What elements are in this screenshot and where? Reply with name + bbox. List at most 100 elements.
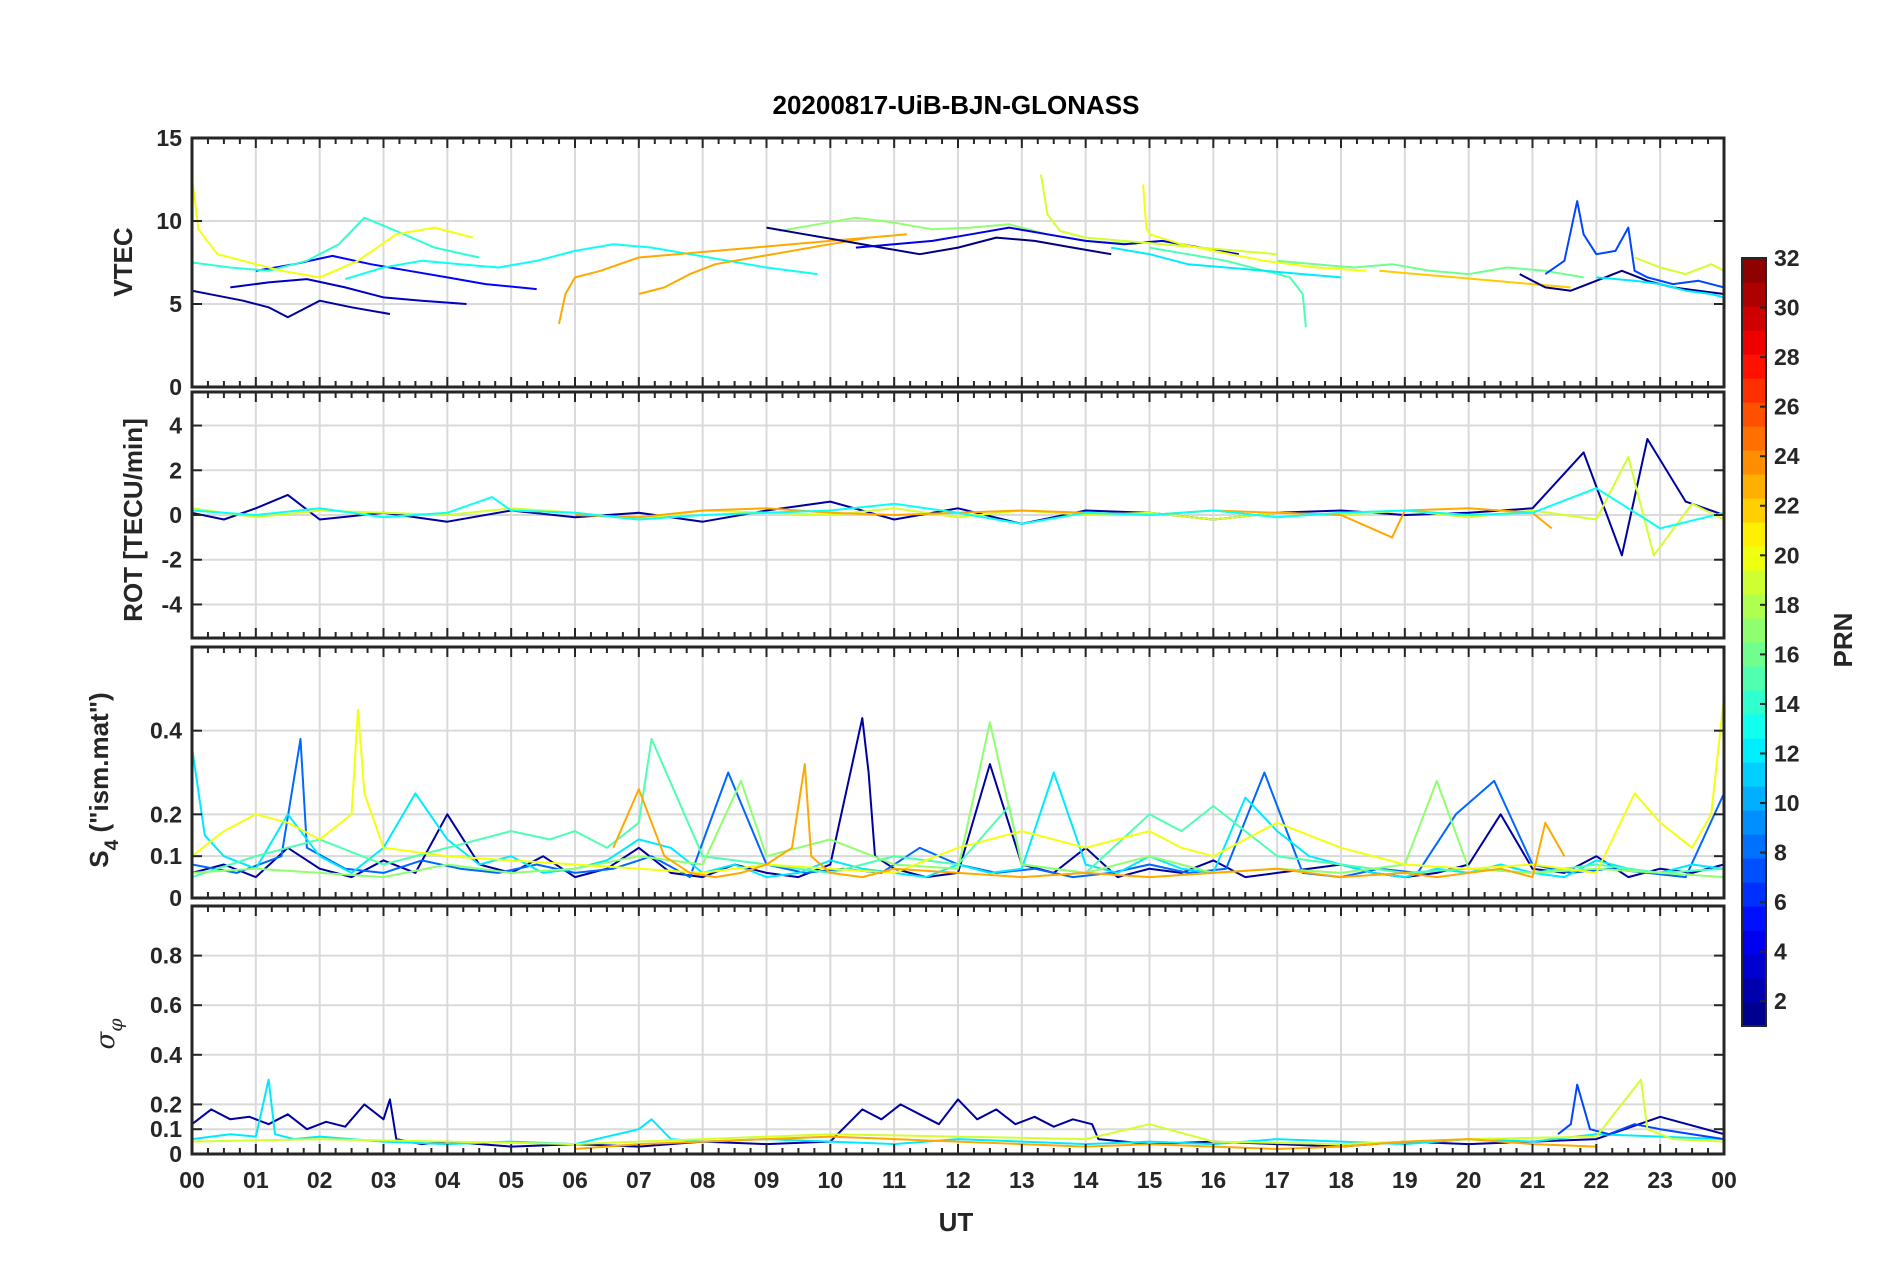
colorbar-swatch xyxy=(1742,594,1766,619)
xtick-label: 12 xyxy=(945,1167,971,1193)
xtick-label: 19 xyxy=(1392,1167,1418,1193)
vtec-ylabel: VTEC xyxy=(108,227,138,297)
xtick-label: 10 xyxy=(818,1167,844,1193)
colorbar-swatch xyxy=(1742,618,1766,643)
rot-ytick-label: 4 xyxy=(169,413,182,439)
colorbar-tick-label: 16 xyxy=(1774,641,1800,667)
sigma-ylabel-sub: φ xyxy=(105,1018,127,1032)
xtick-label: 23 xyxy=(1647,1167,1673,1193)
xtick-label: 02 xyxy=(307,1167,333,1193)
s4-ylabel-main: S xyxy=(84,850,114,867)
rot-ytick-label: -2 xyxy=(162,547,182,573)
xtick-label: 14 xyxy=(1073,1167,1099,1193)
colorbar-swatch xyxy=(1742,1002,1766,1027)
colorbar-swatch xyxy=(1742,546,1766,571)
colorbar-swatch xyxy=(1742,426,1766,451)
xtick-label: 15 xyxy=(1137,1167,1163,1193)
xtick-label: 21 xyxy=(1520,1167,1546,1193)
xtick-label: 16 xyxy=(1201,1167,1227,1193)
rot-ytick-label: 2 xyxy=(169,457,182,483)
colorbar-tick-label: 12 xyxy=(1774,740,1800,766)
rot-ytick-label: 0 xyxy=(169,502,182,528)
xtick-label: 04 xyxy=(435,1167,461,1193)
xtick-label: 00 xyxy=(1711,1167,1737,1193)
vtec-ytick-label: 15 xyxy=(156,125,182,151)
colorbar-swatch xyxy=(1742,978,1766,1003)
colorbar-swatch xyxy=(1742,282,1766,307)
colorbar-tick-label: 28 xyxy=(1774,344,1800,370)
sigma-ytick-label: 0.1 xyxy=(150,1116,182,1142)
vtec-ytick-label: 0 xyxy=(169,374,182,400)
xtick-label: 01 xyxy=(243,1167,269,1193)
colorbar-swatch xyxy=(1742,570,1766,595)
s4-ylabel: S4 ("ism.mat") xyxy=(84,692,123,867)
colorbar-label: PRN xyxy=(1828,613,1858,668)
xtick-label: 22 xyxy=(1584,1167,1610,1193)
xtick-label: 11 xyxy=(882,1167,907,1193)
xtick-label: 17 xyxy=(1264,1167,1290,1193)
colorbar-tick-label: 32 xyxy=(1774,245,1800,271)
sigma-ytick-label: 0.6 xyxy=(150,992,182,1018)
colorbar-swatch xyxy=(1742,858,1766,883)
sigma-ytick-label: 0.4 xyxy=(150,1042,182,1068)
sigma-ytick-label: 0 xyxy=(169,1141,182,1167)
colorbar-swatch xyxy=(1742,378,1766,403)
xtick-label: 20 xyxy=(1456,1167,1482,1193)
s4-ytick-label: 0 xyxy=(169,885,182,911)
s4-ylabel-sub: 4 xyxy=(102,839,123,850)
sigma-ylabel-main: σ xyxy=(91,1031,121,1050)
colorbar-swatch xyxy=(1742,498,1766,523)
colorbar-swatch xyxy=(1742,954,1766,979)
colorbar-swatch xyxy=(1742,474,1766,499)
sigma-panel: σφ UT 00.10.2 0.4 0.6 0.8 00 01 02 03 04 05 06 07 08… xyxy=(91,904,1737,1237)
colorbar-swatch xyxy=(1742,330,1766,355)
s4-ytick-label: 0.2 xyxy=(150,801,182,827)
colorbar-swatch xyxy=(1742,666,1766,691)
xtick-label: 03 xyxy=(371,1167,397,1193)
sigma-ylabel: σφ xyxy=(91,1018,127,1050)
colorbar-swatch xyxy=(1742,522,1766,547)
rot-panel: ROT [TECU/min] -4 -2 0 2 4 xyxy=(118,390,1726,640)
colorbar-tick-label: 6 xyxy=(1774,889,1787,915)
sigma-ytick-label: 0.8 xyxy=(150,943,182,969)
colorbar-tick-label: 20 xyxy=(1774,542,1800,568)
colorbar-swatch xyxy=(1742,762,1766,787)
colorbar-swatch xyxy=(1742,258,1766,283)
figure: 20200817-UiB-BJN-GLONASS VTEC 051015 ROT… xyxy=(84,90,1858,1237)
colorbar-tick-label: 2 xyxy=(1774,988,1787,1014)
colorbar-tick-label: 18 xyxy=(1774,592,1800,618)
prn-colorbar: PRN 2468101214161820222426283032 xyxy=(1741,245,1858,1027)
colorbar-tick-label: 24 xyxy=(1774,443,1800,469)
colorbar-tick-label: 10 xyxy=(1774,790,1800,816)
colorbar-swatch xyxy=(1742,810,1766,835)
colorbar-swatch xyxy=(1742,906,1766,931)
s4-ytick-label: 0.1 xyxy=(150,843,182,869)
colorbar-swatch xyxy=(1742,690,1766,715)
colorbar-tick-label: 30 xyxy=(1774,295,1800,321)
s4-panel: S4 ("ism.mat") 0 0.1 0.2 0.4 xyxy=(84,645,1726,911)
xtick-label: 13 xyxy=(1009,1167,1035,1193)
s4-ytick-label: 0.4 xyxy=(150,718,182,744)
xtick-label: 05 xyxy=(498,1167,524,1193)
colorbar-swatch xyxy=(1742,786,1766,811)
xtick-label: 18 xyxy=(1328,1167,1354,1193)
xtick-label: 08 xyxy=(690,1167,716,1193)
colorbar-tick-label: 14 xyxy=(1774,691,1800,717)
colorbar-tick-label: 22 xyxy=(1774,493,1800,519)
colorbar-swatch xyxy=(1742,450,1766,475)
colorbar-swatch xyxy=(1742,714,1766,739)
rot-ytick-label: -4 xyxy=(162,591,183,617)
x-axis-label: UT xyxy=(939,1207,974,1237)
xtick-label: 06 xyxy=(562,1167,588,1193)
vtec-ytick-label: 10 xyxy=(156,208,182,234)
xtick-label: 09 xyxy=(754,1167,780,1193)
colorbar-swatch xyxy=(1742,306,1766,331)
s4-ylabel-tail: ("ism.mat") xyxy=(84,692,114,839)
vtec-panel: VTEC 0 5 10 15 xyxy=(108,125,1726,400)
xtick-label: 07 xyxy=(626,1167,652,1193)
colorbar-swatch xyxy=(1742,834,1766,859)
colorbar-tick-label: 8 xyxy=(1774,840,1787,866)
xtick-label: 00 xyxy=(179,1167,205,1193)
colorbar-swatch xyxy=(1742,738,1766,763)
colorbar-tick-label: 4 xyxy=(1774,939,1787,965)
